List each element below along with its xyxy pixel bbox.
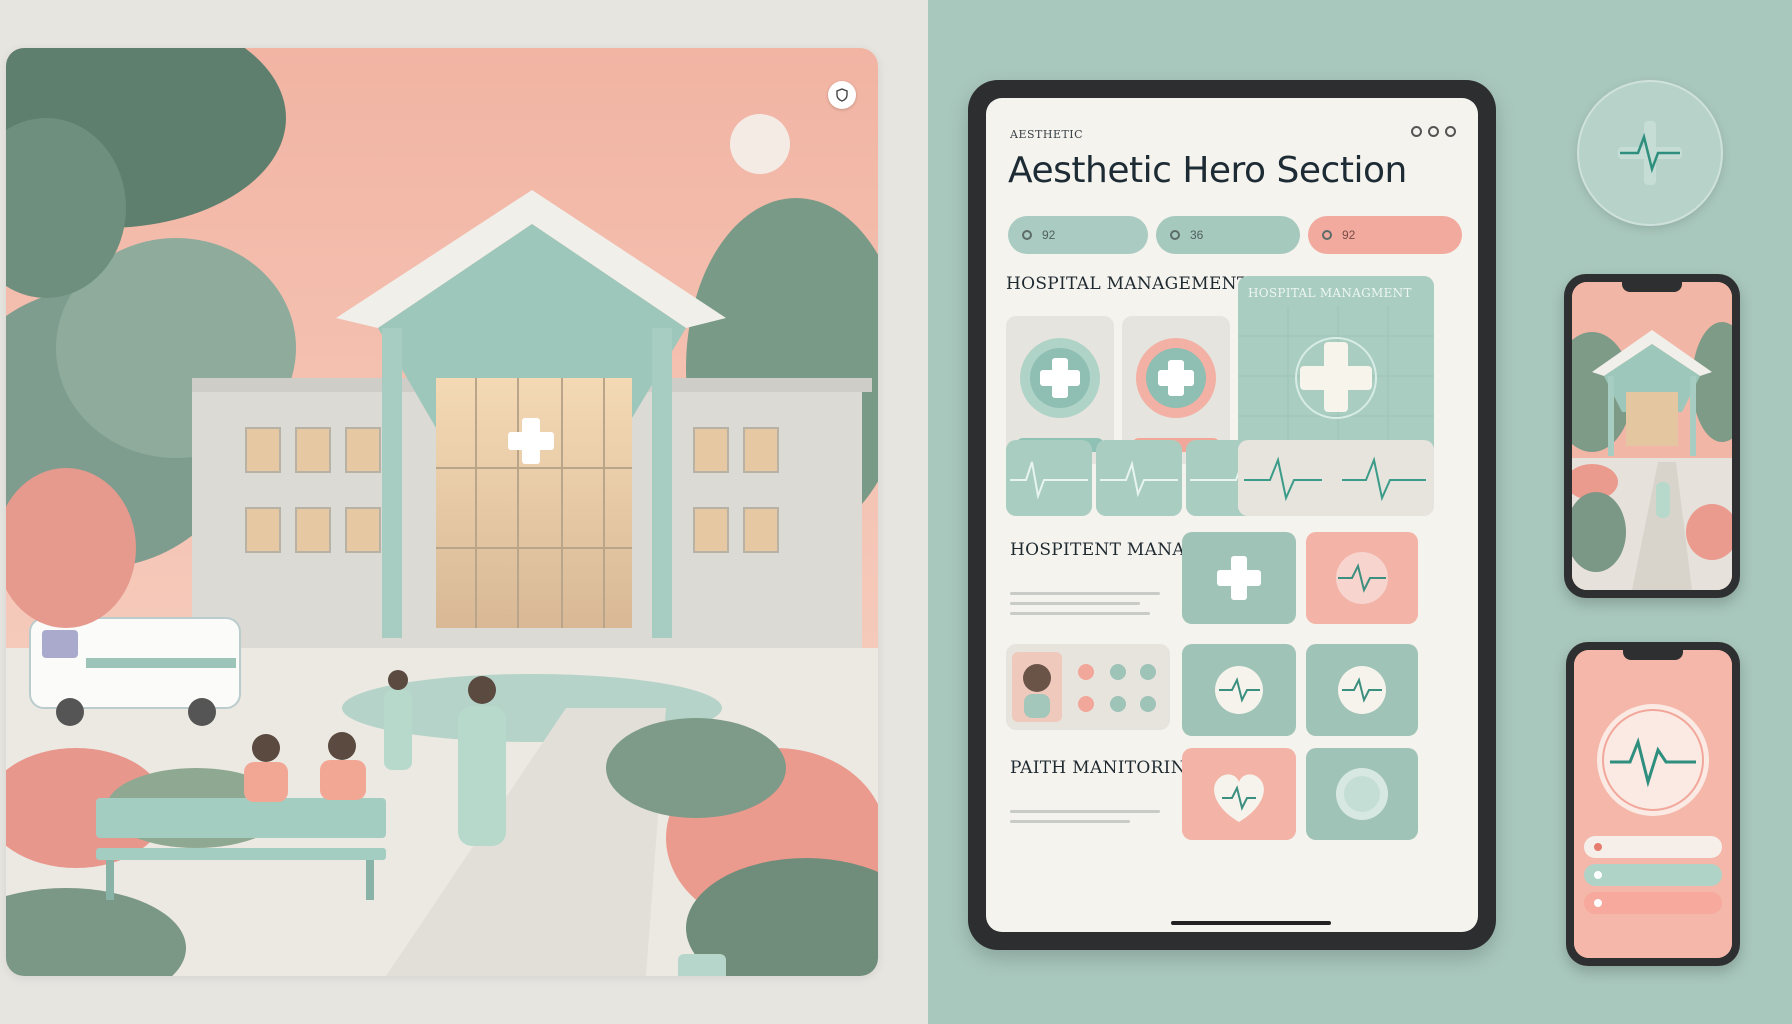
phone-row-1[interactable]	[1584, 836, 1722, 858]
stat-value: 92	[1042, 228, 1056, 242]
description-text-lines	[1010, 592, 1160, 622]
status-dot	[1594, 843, 1602, 851]
phone-mockup-monitor	[1566, 642, 1740, 966]
heartbeat-card-1[interactable]	[1006, 440, 1092, 516]
hospital-scene	[6, 48, 878, 976]
page-title: Aesthetic Hero Section	[1008, 150, 1407, 191]
tablet-mockup: AESTHETIC Aesthetic Hero Section 92 36 9…	[968, 80, 1496, 950]
heartbeat-tile-coral[interactable]	[1306, 532, 1418, 624]
stat-icon	[1170, 230, 1180, 240]
heartbeat-badge[interactable]	[1577, 80, 1723, 226]
stat-icon	[1322, 230, 1332, 240]
shield-icon[interactable]	[828, 81, 856, 109]
phone-hospital-scene	[1572, 282, 1732, 590]
section-hospital-management: HOSPITAL MANAGEMENT	[1006, 274, 1249, 294]
tablet-screen: AESTHETIC Aesthetic Hero Section 92 36 9…	[986, 98, 1478, 932]
heart-tile[interactable]	[1182, 748, 1296, 840]
heartbeat-icon	[1618, 121, 1682, 185]
settings-icon	[1428, 126, 1439, 137]
phone-mockup-hero	[1564, 274, 1740, 598]
monitoring-text-lines	[1010, 810, 1160, 830]
stat-pill-3[interactable]: 92	[1308, 216, 1462, 254]
stat-pill-1[interactable]: 92	[1008, 216, 1148, 254]
stats-pills: 92 36 92	[1008, 216, 1462, 254]
phone-notch	[1623, 650, 1683, 660]
card-title: HOSPITAL MANAGMENT	[1248, 286, 1412, 300]
heartbeat-card-4[interactable]	[1238, 440, 1434, 516]
monitor-tile[interactable]	[1306, 748, 1418, 840]
home-indicator	[1171, 921, 1331, 925]
camera-icon	[1411, 126, 1422, 137]
hero-illustration	[6, 48, 878, 976]
stat-value: 92	[1342, 228, 1356, 242]
patient-profile-card[interactable]	[1006, 644, 1170, 730]
stat-pill-2[interactable]: 36	[1156, 216, 1300, 254]
stat-icon	[1022, 230, 1032, 240]
heartbeat-tile-mint-2[interactable]	[1306, 644, 1418, 736]
phone-row-2[interactable]	[1584, 864, 1722, 886]
phone-monitor-screen	[1574, 650, 1732, 958]
status-dot	[1594, 899, 1602, 907]
stat-value: 36	[1190, 228, 1204, 242]
cross-tile[interactable]	[1182, 532, 1296, 624]
phone-hero-screen	[1572, 282, 1732, 590]
section-patient-monitoring: PAITH MANITORING	[1010, 758, 1200, 778]
phone-notch	[1622, 282, 1682, 292]
status-dot	[1594, 871, 1602, 879]
sun	[730, 114, 790, 174]
profile-icon	[1445, 126, 1456, 137]
hospital-management-card[interactable]: HOSPITAL MANAGMENT	[1238, 276, 1434, 464]
status-icons	[1411, 126, 1456, 137]
phone-row-3[interactable]	[1584, 892, 1722, 914]
kicker-text: AESTHETIC	[1010, 128, 1084, 141]
heartbeat-tile-mint[interactable]	[1182, 644, 1296, 736]
heartbeat-card-2[interactable]	[1096, 440, 1182, 516]
